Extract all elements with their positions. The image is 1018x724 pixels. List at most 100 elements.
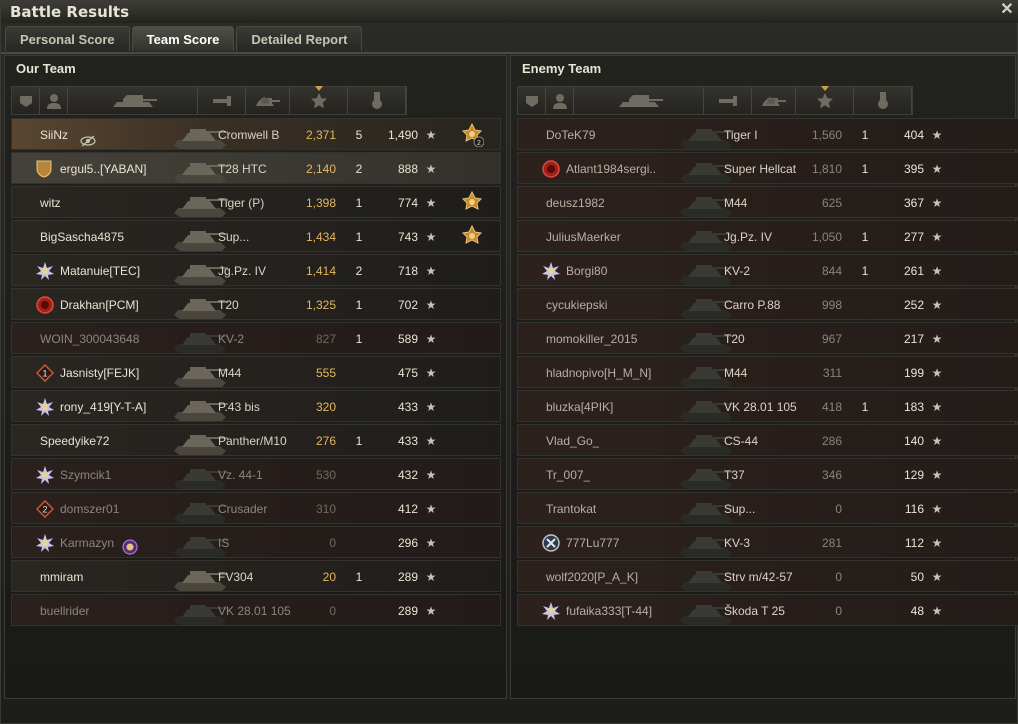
column-player-icon[interactable]	[40, 87, 68, 114]
player-row[interactable]: Szymcik1 Vz. 44-1 530 432 ★	[11, 458, 501, 490]
player-row[interactable]: SiiNz Cromwell B 2,371 5 1,490 ★ 2	[11, 118, 501, 150]
player-row[interactable]: momokiller_2015 T20 967 217 ★	[517, 322, 1018, 354]
player-name: ergul5..[YABAN]	[60, 162, 147, 176]
vehicle-name: Jg.Pz. IV	[724, 230, 773, 244]
player-row[interactable]: fufaika333[T-44] Škoda T 25 0 48 ★	[517, 594, 1018, 626]
player-row[interactable]: Atlant1984sergi.. Super Hellcat 1,810 1 395 ★	[517, 152, 1018, 184]
player-name: Atlant1984sergi..	[566, 162, 657, 176]
xp-star-icon: ★	[425, 230, 437, 244]
player-name: Szymcik1	[60, 468, 112, 482]
column-vehicle-icon[interactable]	[68, 87, 198, 114]
column-medal-icon[interactable]	[854, 87, 912, 114]
tab-detailed-report[interactable]: Detailed Report	[236, 26, 363, 51]
player-name: bluzka[4PIK]	[546, 400, 614, 414]
player-row[interactable]: bluzka[4PIK] VK 28.01 105 418 1 183 ★	[517, 390, 1018, 422]
player-row[interactable]: deusz1982 M44 625 367 ★	[517, 186, 1018, 218]
clan-star-icon	[36, 534, 54, 552]
clan-star-icon	[542, 262, 560, 280]
vehicle-name: T28 HTC	[218, 162, 267, 176]
tab-bar: Personal Score Team Score Detailed Repor…	[5, 26, 364, 52]
close-icon[interactable]: ✕	[999, 2, 1015, 18]
player-row[interactable]: BigSascha4875 Sup... 1,434 1 743 ★	[11, 220, 501, 252]
player-name: deusz1982	[546, 196, 605, 210]
player-name: Speedyike72	[40, 434, 110, 448]
medal-icon	[877, 91, 888, 109]
vehicle-name: M44	[724, 196, 748, 210]
player-name: Trantokat	[546, 502, 597, 516]
column-medal-icon[interactable]	[348, 87, 406, 114]
damage-value: 20	[322, 570, 336, 584]
xp-value: 116	[904, 502, 924, 516]
player-row[interactable]: cycukiepski Carro P.88 998 252 ★	[517, 288, 1018, 320]
player-name: witz	[40, 196, 61, 210]
damage-value: 1,434	[305, 230, 336, 244]
xp-value: 217	[903, 332, 924, 346]
player-name: JuliusMaerker	[546, 230, 621, 244]
column-player-icon[interactable]	[546, 87, 574, 114]
damage-value: 0	[329, 604, 336, 618]
damage-value: 844	[821, 264, 842, 278]
vehicle-name: P.43 bis	[218, 400, 260, 414]
player-row[interactable]: 1 Jasnisty[FEJK] M44 555 475 ★	[11, 356, 501, 388]
player-row[interactable]: mmiram FV304 20 1 289 ★	[11, 560, 501, 592]
frags-value	[848, 425, 882, 457]
medal-icon[interactable]: 2	[460, 122, 486, 148]
medal-icon[interactable]	[460, 190, 486, 215]
damage-value: 1,325	[305, 298, 336, 312]
xp-value: 433	[397, 434, 418, 448]
xp-value: 183	[903, 400, 924, 414]
player-row[interactable]: Karmazyn IS 0 296 ★	[11, 526, 501, 558]
player-icon	[46, 93, 61, 109]
vehicle-name: Jg.Pz. IV	[218, 264, 267, 278]
player-row[interactable]: WOIN_300043648 KV-2 827 1 589 ★	[11, 322, 501, 354]
column-frags-icon[interactable]	[246, 87, 290, 114]
column-xp-star-icon[interactable]	[290, 86, 348, 114]
player-row[interactable]: 2 domszer01 Crusader 310 412 ★	[11, 492, 501, 524]
clan-star-icon	[36, 262, 54, 280]
xp-star-icon: ★	[931, 468, 943, 482]
xp-value: 289	[397, 570, 418, 584]
player-row[interactable]: rony_419[Y-T-A] P.43 bis 320 433 ★	[11, 390, 501, 422]
xp-star-icon: ★	[425, 502, 437, 516]
column-squad-icon[interactable]	[518, 87, 546, 114]
damage-value: 346	[821, 468, 842, 482]
player-name: mmiram	[40, 570, 84, 584]
player-row[interactable]: buellrider VK 28.01 105 0 289 ★	[11, 594, 501, 626]
player-row[interactable]: DoTeK79 Tiger I 1,560 1 404 ★	[517, 118, 1018, 150]
player-row[interactable]: Borgi80 KV-2 844 1 261 ★	[517, 254, 1018, 286]
xp-star-icon: ★	[931, 434, 943, 448]
tab-team-score[interactable]: Team Score	[131, 26, 235, 51]
vehicle-name: Tiger I	[724, 128, 758, 142]
frags-value	[848, 357, 882, 389]
player-row[interactable]: JuliusMaerker Jg.Pz. IV 1,050 1 277 ★	[517, 220, 1018, 252]
player-row[interactable]: witz Tiger (P) 1,398 1 774 ★	[11, 186, 501, 218]
player-row[interactable]: Drakhan[PCM] T20 1,325 1 702 ★	[11, 288, 501, 320]
player-row[interactable]: 777Lu777 KV-3 281 112 ★	[517, 526, 1018, 558]
player-row[interactable]: hladnopivo[H_M_N] M44 311 199 ★	[517, 356, 1018, 388]
vehicle-name: M44	[724, 366, 748, 380]
player-row[interactable]: Vlad_Go_ CS-44 286 140 ★	[517, 424, 1018, 456]
frags-value	[342, 459, 376, 491]
vehicle-name: FV304	[218, 570, 254, 584]
column-damage-icon[interactable]	[198, 87, 246, 114]
player-row[interactable]: wolf2020[P_A_K] Strv m/42-57 0 50 ★	[517, 560, 1018, 592]
player-row[interactable]: Tr_007_ T37 346 129 ★	[517, 458, 1018, 490]
column-squad-icon[interactable]	[12, 87, 40, 114]
column-vehicle-icon[interactable]	[574, 87, 704, 114]
player-row[interactable]: Speedyike72 Panther/M10 276 1 433 ★	[11, 424, 501, 456]
tab-personal-score[interactable]: Personal Score	[5, 26, 130, 51]
player-name: momokiller_2015	[546, 332, 638, 346]
xp-star-icon: ★	[425, 400, 437, 414]
frags-value: 2	[355, 264, 363, 278]
player-row[interactable]: ergul5..[YABAN] T28 HTC 2,140 2 888 ★	[11, 152, 501, 184]
xp-star-icon: ★	[931, 604, 943, 618]
player-row[interactable]: Matanuie[TEC] Jg.Pz. IV 1,414 2 718 ★	[11, 254, 501, 286]
medal-icon[interactable]	[460, 224, 486, 249]
vehicle-name: Strv m/42-57	[724, 570, 793, 584]
player-row[interactable]: Trantokat Sup... 0 116 ★	[517, 492, 1018, 524]
column-damage-icon[interactable]	[704, 87, 752, 114]
squad-icon	[525, 95, 538, 107]
column-xp-star-icon[interactable]	[796, 86, 854, 114]
column-frags-icon[interactable]	[752, 87, 796, 114]
damage-value: 286	[821, 434, 842, 448]
